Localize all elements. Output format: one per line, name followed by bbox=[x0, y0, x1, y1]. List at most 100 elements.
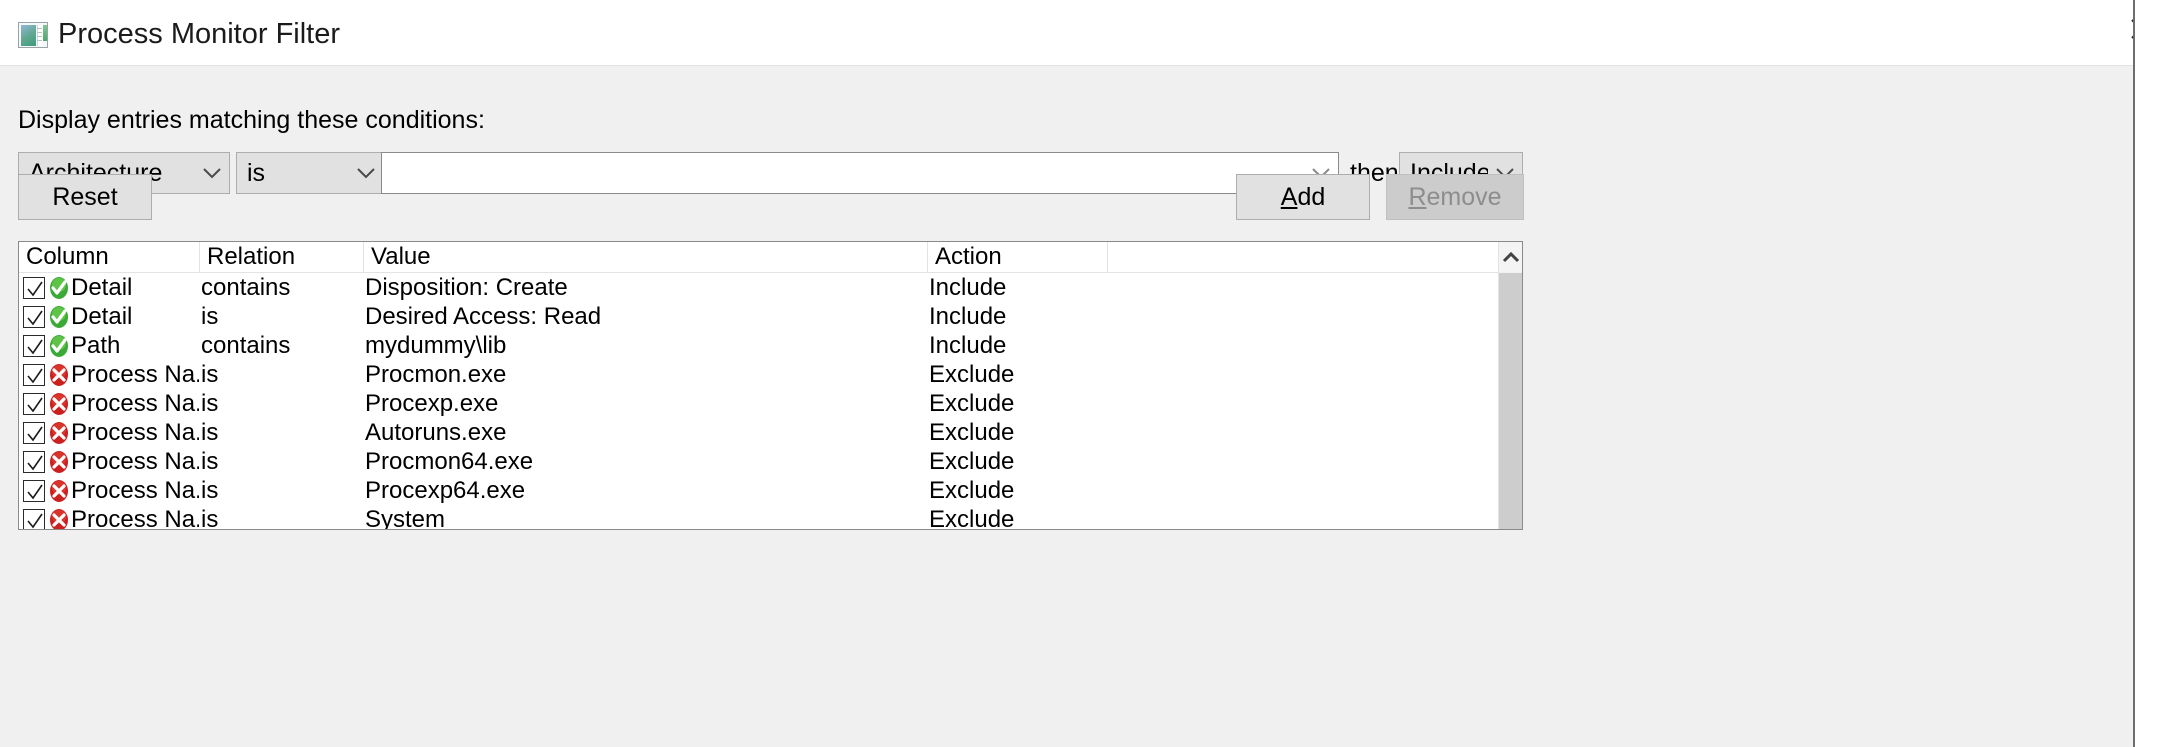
row-action-cell: Exclude bbox=[929, 419, 1015, 446]
row-action-cell: Exclude bbox=[929, 390, 1015, 417]
exclude-icon bbox=[50, 480, 68, 502]
table-row[interactable]: Detail is Desired Access: Read Include bbox=[19, 302, 1522, 331]
row-value-cell: Procmon64.exe bbox=[365, 448, 534, 475]
checkmark-icon bbox=[27, 368, 43, 384]
checkmark-icon bbox=[27, 310, 43, 326]
column-header-extra[interactable] bbox=[1107, 242, 1502, 272]
row-value-cell: Procexp.exe bbox=[365, 390, 499, 417]
window-outside-area bbox=[2135, 0, 2182, 747]
checkmark-icon bbox=[27, 426, 43, 442]
table-row[interactable]: Process Na...is Procmon.exe Exclude bbox=[19, 360, 1522, 389]
filter-condition-row: Architecture is then Include bbox=[0, 152, 2182, 194]
row-value-cell: Autoruns.exe bbox=[365, 419, 507, 446]
row-column-cell: Detail bbox=[71, 303, 133, 330]
column-header-relation[interactable]: Relation bbox=[199, 242, 363, 272]
window-title: Process Monitor Filter bbox=[58, 18, 341, 50]
row-value-cell: mydummy\lib bbox=[365, 332, 507, 359]
row-value-cell: Disposition: Create bbox=[365, 274, 568, 301]
row-column-cell: Path bbox=[71, 332, 121, 359]
table-row[interactable]: Process Na...is Procmon64.exe Exclude bbox=[19, 447, 1522, 476]
column-header-column[interactable]: Column bbox=[19, 242, 199, 272]
table-row[interactable]: Process Na...is Procexp64.exe Exclude bbox=[19, 476, 1522, 505]
row-action-cell: Exclude bbox=[929, 361, 1015, 388]
chevron-down-icon bbox=[195, 167, 229, 179]
checkmark-icon bbox=[27, 281, 43, 297]
exclude-icon bbox=[47, 450, 71, 474]
exclude-icon bbox=[50, 393, 68, 415]
remove-button[interactable]: Remove bbox=[1386, 174, 1524, 220]
row-enabled-checkbox[interactable] bbox=[23, 480, 45, 502]
row-enabled-checkbox[interactable] bbox=[23, 451, 45, 473]
include-icon bbox=[50, 306, 68, 328]
row-action-cell: Include bbox=[929, 274, 1007, 301]
row-column-cell: Process Na... bbox=[71, 477, 199, 504]
column-header-value[interactable]: Value bbox=[363, 242, 927, 272]
row-column-cell: Detail bbox=[71, 274, 133, 301]
chevron-down-icon bbox=[349, 167, 383, 179]
row-enabled-checkbox[interactable] bbox=[23, 422, 45, 444]
row-column-cell: Process Na... bbox=[71, 448, 199, 475]
row-action-cell: Include bbox=[929, 332, 1007, 359]
row-relation-cell: contains bbox=[201, 274, 291, 301]
exclude-icon bbox=[50, 451, 68, 473]
checkmark-icon bbox=[27, 484, 43, 500]
filter-list-view: Column Relation Value Action Detail conta… bbox=[18, 241, 1523, 530]
exclude-icon bbox=[47, 392, 71, 416]
checkmark-icon bbox=[27, 339, 43, 355]
list-header-row: Column Relation Value Action bbox=[19, 242, 1522, 273]
row-column-cell: Process Na... bbox=[71, 419, 199, 446]
row-enabled-checkbox[interactable] bbox=[23, 277, 45, 299]
include-icon bbox=[47, 305, 71, 329]
exclude-icon bbox=[47, 479, 71, 503]
table-row[interactable]: Path contains mydummy\lib Include bbox=[19, 331, 1522, 360]
list-vertical-scrollbar[interactable] bbox=[1498, 242, 1522, 529]
add-button[interactable]: Add bbox=[1236, 174, 1370, 220]
filter-value-combobox[interactable] bbox=[381, 152, 1339, 194]
reset-button[interactable]: Reset bbox=[18, 174, 152, 220]
list-rows: Detail contains Disposition: Create Include… bbox=[19, 273, 1522, 530]
row-column-cell: Process Na... bbox=[71, 506, 199, 530]
scrollbar-thumb[interactable] bbox=[1499, 273, 1522, 529]
include-icon bbox=[47, 276, 71, 300]
table-row[interactable]: Detail contains Disposition: Create Include bbox=[19, 273, 1522, 302]
row-relation-cell: is bbox=[201, 506, 219, 530]
row-column-cell: Process Na... bbox=[71, 390, 199, 417]
table-row[interactable]: Process Na...is System Exclude bbox=[19, 505, 1522, 530]
scroll-up-icon bbox=[1502, 251, 1520, 263]
remove-button-accel: R bbox=[1408, 183, 1427, 211]
row-enabled-checkbox[interactable] bbox=[23, 509, 45, 529]
row-enabled-checkbox[interactable] bbox=[23, 393, 45, 415]
include-icon bbox=[50, 335, 68, 357]
row-relation-cell: is bbox=[201, 419, 219, 446]
row-value-cell: Procexp64.exe bbox=[365, 477, 526, 504]
scroll-up-button[interactable] bbox=[1499, 242, 1522, 272]
checkmark-icon bbox=[27, 397, 43, 413]
row-action-cell: Exclude bbox=[929, 448, 1015, 475]
title-bar: Process Monitor Filter bbox=[0, 0, 2182, 66]
row-relation-cell: is bbox=[201, 303, 219, 330]
checkmark-icon bbox=[27, 513, 43, 529]
column-header-action[interactable]: Action bbox=[927, 242, 1107, 272]
row-action-cell: Include bbox=[929, 303, 1007, 330]
row-column-cell: Process Na... bbox=[71, 361, 199, 388]
row-action-cell: Exclude bbox=[929, 477, 1015, 504]
filter-relation-select[interactable]: is bbox=[236, 152, 384, 194]
row-relation-cell: is bbox=[201, 448, 219, 475]
row-enabled-checkbox[interactable] bbox=[23, 335, 45, 357]
row-enabled-checkbox[interactable] bbox=[23, 306, 45, 328]
table-row[interactable]: Process Na...is Procexp.exe Exclude bbox=[19, 389, 1522, 418]
add-button-label: dd bbox=[1297, 183, 1326, 211]
include-icon bbox=[47, 334, 71, 358]
row-action-cell: Exclude bbox=[929, 506, 1015, 530]
row-relation-cell: is bbox=[201, 477, 219, 504]
row-enabled-checkbox[interactable] bbox=[23, 364, 45, 386]
row-value-cell: Procmon.exe bbox=[365, 361, 507, 388]
remove-button-label: emove bbox=[1426, 183, 1502, 211]
row-value-cell: Desired Access: Read bbox=[365, 303, 602, 330]
exclude-icon bbox=[47, 363, 71, 387]
table-row[interactable]: Process Na...is Autoruns.exe Exclude bbox=[19, 418, 1522, 447]
exclude-icon bbox=[47, 508, 71, 529]
add-button-accel: A bbox=[1280, 183, 1298, 211]
checkmark-icon bbox=[27, 455, 43, 471]
row-relation-cell: contains bbox=[201, 332, 291, 359]
